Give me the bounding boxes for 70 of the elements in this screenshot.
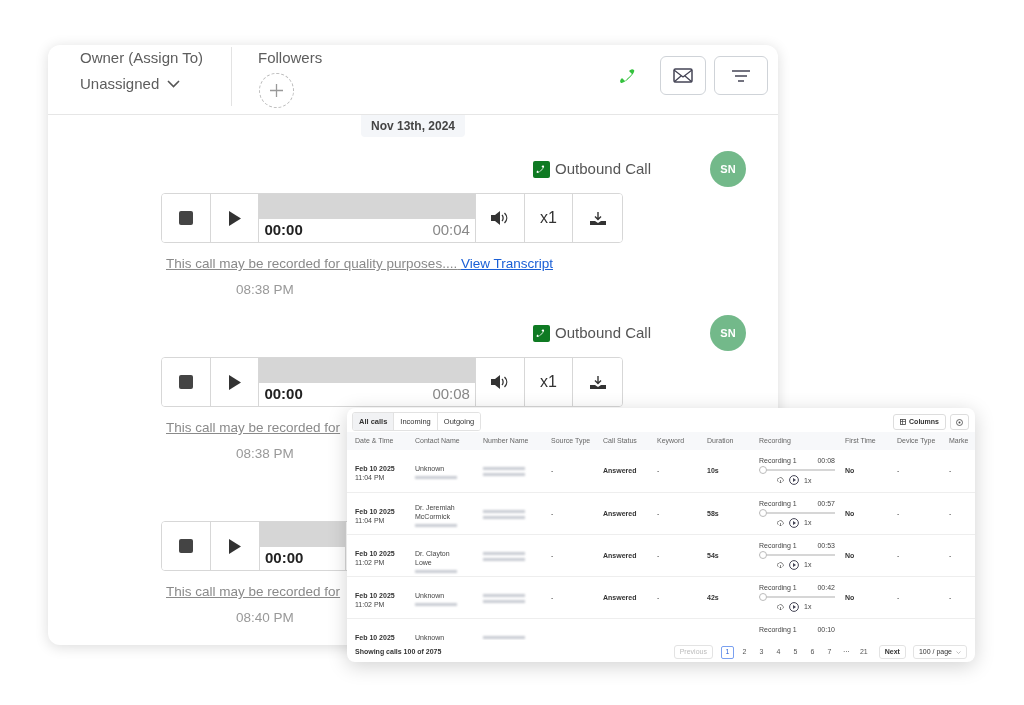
elapsed-time: 00:00	[264, 220, 303, 240]
progress-track[interactable]	[259, 194, 475, 219]
stop-button[interactable]	[162, 522, 211, 570]
cloud-download-icon[interactable]	[777, 561, 784, 568]
filter-button[interactable]	[714, 56, 768, 95]
blurred-phone-number	[483, 473, 525, 476]
cloud-download-icon[interactable]	[777, 519, 784, 526]
settings-icon	[956, 418, 963, 426]
call-time: 08:38 PM	[236, 281, 294, 299]
cloud-download-icon[interactable]	[777, 603, 784, 610]
slider-thumb[interactable]	[759, 508, 767, 517]
recording-disclaimer: This call may be recorded for	[166, 419, 341, 437]
plus-icon	[270, 84, 283, 97]
blurred-number-name	[483, 593, 525, 597]
duration-time: 00:08	[432, 384, 470, 404]
cloud-download-icon[interactable]	[777, 477, 784, 483]
slider-thumb[interactable]	[759, 592, 767, 601]
recording-disclaimer: This call may be recorded for	[166, 583, 341, 601]
blurred-number-name	[483, 467, 525, 470]
progress-track[interactable]	[260, 522, 345, 547]
play-circle-icon[interactable]	[789, 559, 799, 570]
play-icon	[229, 538, 241, 554]
followers-label: Followers	[258, 48, 323, 68]
stop-icon	[178, 375, 193, 389]
stop-icon	[178, 211, 193, 225]
blurred-phone-number	[415, 602, 457, 606]
blurred-number-name	[483, 551, 525, 555]
settings-button[interactable]	[950, 414, 969, 430]
call-type-label: Outbound Call	[555, 158, 651, 179]
play-circle-icon[interactable]	[789, 601, 799, 612]
blurred-number-name	[483, 509, 525, 513]
slider-thumb[interactable]	[759, 550, 767, 559]
call-type-label: Outbound Call	[555, 322, 651, 343]
stop-button[interactable]	[162, 194, 211, 242]
blurred-number-name	[483, 635, 525, 639]
phone-square-icon	[533, 160, 551, 178]
slider-thumb[interactable]	[759, 466, 767, 474]
filter-icon	[732, 69, 750, 82]
recording-disclaimer: This call may be recorded for quality purposes.... View Transcript	[166, 255, 553, 273]
play-circle-icon[interactable]	[789, 475, 799, 485]
speaker-icon	[491, 211, 509, 225]
avatar: SN	[710, 151, 746, 187]
chevron-down-icon	[956, 650, 961, 654]
owner-dropdown[interactable]: Unassigned	[80, 73, 231, 95]
elapsed-time: 00:00	[264, 384, 303, 404]
blurred-phone-number	[415, 523, 457, 527]
stop-icon	[179, 539, 193, 553]
play-circle-icon[interactable]	[789, 517, 799, 528]
envelope-icon	[673, 68, 693, 83]
view-transcript-link[interactable]: View Transcript	[460, 256, 553, 271]
stop-button[interactable]	[162, 358, 211, 406]
progress-track[interactable]	[259, 358, 475, 383]
chevron-down-icon	[167, 80, 181, 88]
blurred-phone-number	[415, 476, 457, 479]
download-icon	[589, 211, 606, 225]
date-chip: Nov 13th, 2024	[360, 115, 465, 137]
call-time: 08:38 PM	[236, 445, 294, 463]
speaker-icon	[491, 375, 509, 389]
call-time: 08:40 PM	[236, 609, 294, 627]
play-icon	[228, 210, 241, 226]
grid-icon	[900, 419, 907, 425]
phone-square-icon	[533, 324, 551, 342]
elapsed-time: 00:00	[265, 548, 304, 568]
mail-button[interactable]	[660, 56, 706, 95]
duration-time: 00:04	[432, 220, 470, 240]
owner-label: Owner (Assign To)	[80, 48, 205, 68]
avatar: SN	[710, 315, 746, 351]
blurred-phone-number	[415, 569, 457, 573]
play-icon	[228, 374, 241, 390]
download-icon	[589, 375, 606, 389]
